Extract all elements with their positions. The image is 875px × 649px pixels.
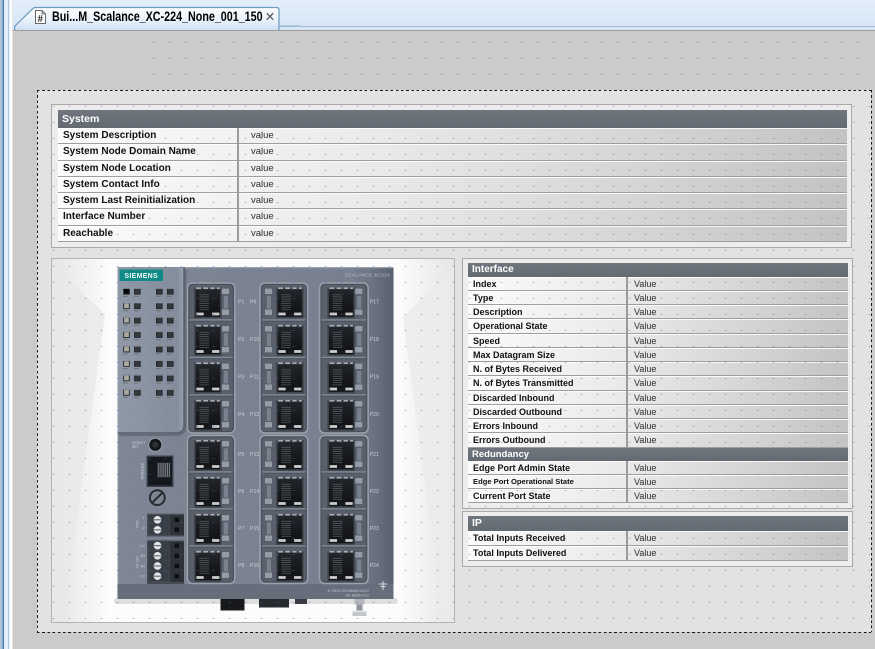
svg-text:P13: P13 bbox=[250, 452, 259, 458]
svg-text:P22: P22 bbox=[370, 489, 379, 495]
svg-text:P17: P17 bbox=[370, 300, 379, 306]
svg-text:P4: P4 bbox=[238, 412, 244, 418]
svg-text:SCALANCE XC224: SCALANCE XC224 bbox=[345, 272, 390, 278]
svg-text:SET: SET bbox=[132, 445, 139, 449]
svg-text:CONSOLE: CONSOLE bbox=[141, 462, 145, 479]
svg-text:AD BBA6-XC2: AD BBA6-XC2 bbox=[346, 594, 369, 598]
svg-text:P2: P2 bbox=[238, 337, 244, 343]
svg-text:L1+: L1+ bbox=[140, 544, 146, 548]
svg-text:P11: P11 bbox=[250, 375, 259, 381]
svg-text:L2+: L2+ bbox=[140, 575, 146, 579]
svg-text:P18: P18 bbox=[370, 337, 379, 343]
svg-text:P24: P24 bbox=[370, 563, 379, 569]
svg-text:P6: P6 bbox=[238, 489, 244, 495]
svg-text:P8: P8 bbox=[238, 563, 244, 569]
svg-text:P1: P1 bbox=[238, 300, 244, 306]
svg-text:P23: P23 bbox=[370, 526, 379, 532]
svg-text:P16: P16 bbox=[250, 563, 259, 569]
svg-text:P19: P19 bbox=[370, 375, 379, 381]
svg-text:P9: P9 bbox=[250, 300, 256, 306]
svg-text:SIEMENS: SIEMENS bbox=[124, 273, 158, 280]
svg-text:P7: P7 bbox=[238, 526, 244, 532]
svg-text:P12: P12 bbox=[250, 412, 259, 418]
svg-text:DC 24V: DC 24V bbox=[136, 556, 140, 568]
svg-text:PWR: PWR bbox=[136, 520, 140, 528]
svg-text:M2: M2 bbox=[141, 564, 146, 568]
svg-text:1: 1 bbox=[143, 516, 145, 520]
svg-text:P5: P5 bbox=[238, 452, 244, 458]
svg-text:2: 2 bbox=[143, 526, 145, 530]
svg-text:P15: P15 bbox=[250, 526, 259, 532]
svg-text:6 7GK5 224-0BA00-2AC2: 6 7GK5 224-0BA00-2AC2 bbox=[328, 589, 369, 593]
svg-text:#: # bbox=[38, 14, 44, 24]
svg-text:P21: P21 bbox=[370, 452, 379, 458]
svg-text:P10: P10 bbox=[250, 337, 259, 343]
svg-text:P14: P14 bbox=[250, 489, 259, 495]
svg-text:P20: P20 bbox=[370, 412, 379, 418]
svg-text:P3: P3 bbox=[238, 375, 244, 381]
svg-text:M1: M1 bbox=[141, 554, 146, 558]
